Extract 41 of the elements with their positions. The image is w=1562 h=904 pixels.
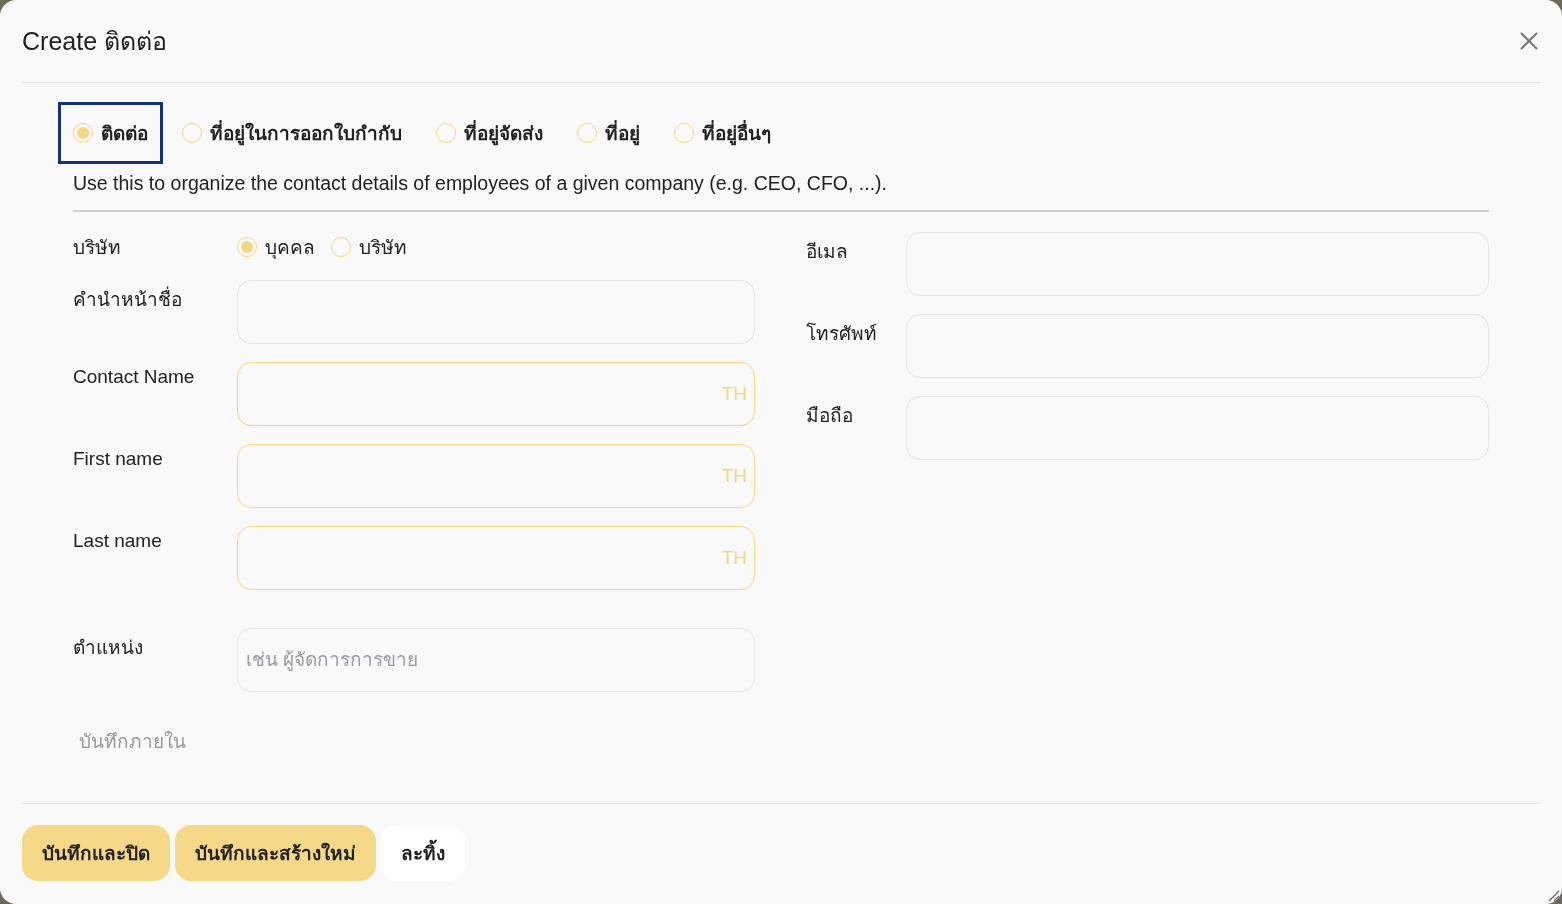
field-label: First name bbox=[73, 447, 164, 470]
option-label: ที่อยู่อื่นๆ bbox=[702, 118, 771, 148]
field-label: Last name bbox=[73, 529, 163, 552]
field-label: บริษัท bbox=[73, 236, 122, 260]
field-label: คำนำหน้าชื่อ bbox=[73, 280, 237, 314]
option-label: บริษัท bbox=[359, 236, 407, 260]
address-type-option[interactable]: ที่อยู่ในการออกใบกำกับ bbox=[167, 102, 417, 164]
input-field[interactable] bbox=[237, 444, 755, 508]
action-button[interactable]: บันทึกและสร้างใหม่ bbox=[175, 825, 376, 881]
field-label: Contact Name bbox=[73, 365, 196, 388]
radio-button[interactable] bbox=[577, 123, 597, 143]
dialog-title: Create ติดต่อ bbox=[22, 26, 167, 57]
radio-button[interactable] bbox=[182, 123, 202, 143]
language-tag: TH bbox=[721, 547, 747, 569]
address-type-option[interactable]: ที่อยู่อื่นๆ bbox=[659, 102, 786, 164]
address-type-option[interactable]: ติดต่อ bbox=[58, 102, 163, 164]
action-button[interactable]: บันทึกและปิด bbox=[22, 825, 170, 881]
radio-button[interactable] bbox=[73, 123, 93, 143]
field-label: อีเมล bbox=[806, 240, 849, 264]
description-text: Use this to organize the contact details of employees of a given company (e.g. CEO, CFO, ...). bbox=[73, 172, 888, 195]
resize-grip-icon[interactable] bbox=[1546, 888, 1560, 902]
language-tag: TH bbox=[721, 465, 747, 487]
radio-button[interactable] bbox=[674, 123, 694, 143]
option-label: ติดต่อ bbox=[101, 122, 148, 146]
radio-button[interactable] bbox=[436, 123, 456, 143]
option-label: บุคคล bbox=[265, 236, 315, 261]
input-field[interactable]: เช่น ผู้จัดการการขาย bbox=[237, 628, 755, 692]
language-tag: TH bbox=[721, 383, 747, 405]
option-label: ที่อยู่ในการออกใบกำกับ bbox=[210, 118, 402, 148]
address-type-option[interactable]: ที่อยู่ bbox=[562, 102, 655, 164]
field-label: โทรศัพท์ bbox=[806, 321, 878, 346]
input-field[interactable] bbox=[237, 526, 755, 590]
input-field[interactable] bbox=[237, 362, 755, 426]
field-label: มือถือ bbox=[806, 404, 854, 428]
radio-button[interactable] bbox=[237, 237, 257, 257]
option-label: ที่อยู่ bbox=[605, 118, 640, 148]
option-label: ที่อยู่จัดส่ง bbox=[464, 118, 543, 148]
radio-button[interactable] bbox=[331, 237, 351, 257]
action-button[interactable]: ละทิ้ง bbox=[381, 825, 465, 881]
address-type-option[interactable]: ที่อยู่จัดส่ง bbox=[421, 102, 558, 164]
field-label: ตำแหน่ง bbox=[73, 636, 144, 660]
